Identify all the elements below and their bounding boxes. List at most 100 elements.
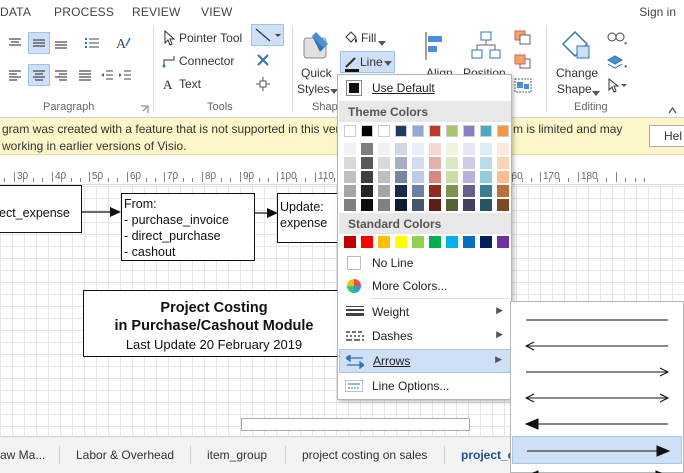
standard-color-swatch[interactable] (446, 236, 458, 248)
theme-color-shade[interactable] (395, 171, 407, 183)
theme-color-swatch[interactable] (395, 125, 407, 137)
theme-color-shade[interactable] (378, 185, 390, 197)
connector-button[interactable]: Connector (179, 54, 234, 68)
theme-color-swatch[interactable] (378, 125, 390, 137)
theme-color-shade[interactable] (497, 157, 509, 169)
standard-color-swatch[interactable] (361, 236, 373, 248)
text-tool-button[interactable]: Text (179, 77, 201, 91)
find-icon[interactable] (606, 30, 628, 46)
line-tool-icon[interactable] (251, 24, 284, 46)
align-center-icon[interactable] (28, 64, 50, 86)
theme-color-swatch[interactable] (463, 125, 475, 137)
align-middle-icon[interactable] (28, 32, 50, 54)
theme-color-shade[interactable] (395, 157, 407, 169)
standard-color-swatch[interactable] (480, 236, 492, 248)
standard-color-swatch[interactable] (463, 236, 475, 248)
sheet-tab[interactable]: project costing on sales (302, 448, 427, 462)
tab-process[interactable]: PROCESS (54, 5, 114, 19)
sheet-tab[interactable]: item_group (207, 448, 267, 462)
no-line-item[interactable]: No Line (339, 252, 511, 274)
theme-color-shade[interactable] (480, 157, 492, 169)
theme-color-shade[interactable] (429, 199, 441, 211)
theme-color-shade[interactable] (361, 185, 373, 197)
theme-color-shade[interactable] (463, 171, 475, 183)
dialog-launcher-icon[interactable] (140, 103, 149, 113)
theme-color-shade[interactable] (446, 185, 458, 197)
theme-color-shade[interactable] (463, 157, 475, 169)
sheet-tab-active[interactable]: project_c (461, 448, 514, 462)
align-bottom-icon[interactable] (54, 36, 68, 50)
theme-color-shade[interactable] (395, 185, 407, 197)
theme-color-shade[interactable] (429, 185, 441, 197)
select-icon[interactable] (606, 77, 628, 94)
theme-color-shade[interactable] (429, 157, 441, 169)
tab-data[interactable]: DATA (0, 5, 31, 19)
theme-color-shade[interactable] (344, 157, 356, 169)
theme-color-shade[interactable] (412, 185, 424, 197)
theme-color-shade[interactable] (412, 199, 424, 211)
quick-styles-icon[interactable] (302, 30, 332, 62)
theme-color-shade[interactable] (412, 143, 424, 155)
align-shapes-icon[interactable] (424, 30, 446, 62)
position-icon[interactable] (470, 30, 502, 62)
process-box-sources[interactable]: From: - purchase_invoice - direct_purcha… (121, 193, 255, 261)
quick-styles-label-2[interactable]: Styles (297, 82, 330, 96)
theme-color-shade[interactable] (497, 143, 509, 155)
decrease-indent-icon[interactable] (100, 68, 114, 82)
align-left-icon[interactable] (8, 68, 22, 82)
title-block[interactable]: Project Costing in Purchase/Cashout Modu… (83, 290, 345, 357)
theme-color-swatch[interactable] (429, 125, 441, 137)
text-direction-icon[interactable]: A (114, 34, 132, 52)
theme-color-swatch[interactable] (497, 125, 509, 137)
line-options-item[interactable]: Line Options... (339, 375, 511, 397)
standard-color-swatch[interactable] (378, 236, 390, 248)
theme-color-shade[interactable] (446, 143, 458, 155)
theme-color-shade[interactable] (378, 143, 390, 155)
arrow-style-arrow-both[interactable] (512, 384, 682, 412)
theme-color-shade[interactable] (446, 157, 458, 169)
theme-color-shade[interactable] (480, 171, 492, 183)
bullets-icon[interactable] (84, 36, 100, 50)
weight-item[interactable]: Weight ▶ (339, 301, 511, 323)
standard-color-swatch[interactable] (412, 236, 424, 248)
theme-color-shade[interactable] (480, 199, 492, 211)
theme-color-shade[interactable] (344, 185, 356, 197)
standard-color-swatch[interactable] (344, 236, 356, 248)
theme-color-shade[interactable] (480, 143, 492, 155)
send-backward-icon[interactable] (514, 54, 536, 70)
theme-color-shade[interactable] (480, 185, 492, 197)
sign-in-link[interactable]: Sign in (639, 5, 676, 19)
justify-icon[interactable] (78, 68, 92, 82)
arrow-style-filled-arrow-both[interactable] (512, 462, 682, 473)
theme-color-shade[interactable] (497, 199, 509, 211)
change-shape-label-1[interactable]: Change (556, 66, 598, 80)
theme-color-shade[interactable] (395, 143, 407, 155)
connection-point-icon[interactable] (255, 76, 271, 92)
horizontal-scrollbar-thumb[interactable] (241, 418, 470, 431)
process-box-expense[interactable]: ect_expense (0, 185, 82, 233)
theme-color-shade[interactable] (378, 199, 390, 211)
theme-color-swatch[interactable] (344, 125, 356, 137)
theme-color-shade[interactable] (429, 171, 441, 183)
increase-indent-icon[interactable] (118, 68, 132, 82)
help-button[interactable]: Hel (649, 125, 684, 147)
change-shape-icon[interactable] (559, 28, 593, 62)
arrow-style-filled-arrow-right-selected[interactable] (512, 436, 682, 464)
theme-color-shade[interactable] (463, 185, 475, 197)
more-colors-item[interactable]: More Colors... (339, 275, 511, 297)
align-right-icon[interactable] (54, 68, 68, 82)
theme-color-shade[interactable] (395, 199, 407, 211)
dashes-item[interactable]: Dashes ▶ (339, 325, 511, 347)
theme-color-shade[interactable] (361, 199, 373, 211)
tab-view[interactable]: VIEW (201, 5, 232, 19)
theme-color-swatch[interactable] (361, 125, 373, 137)
tab-review[interactable]: REVIEW (132, 5, 181, 19)
theme-color-swatch[interactable] (446, 125, 458, 137)
theme-color-shade[interactable] (497, 185, 509, 197)
theme-color-shade[interactable] (497, 171, 509, 183)
theme-color-shade[interactable] (361, 143, 373, 155)
standard-color-swatch[interactable] (429, 236, 441, 248)
arrow-style-line-no-arrow[interactable] (512, 306, 682, 334)
arrow-style-arrow-left[interactable] (512, 332, 682, 360)
theme-color-shade[interactable] (463, 199, 475, 211)
